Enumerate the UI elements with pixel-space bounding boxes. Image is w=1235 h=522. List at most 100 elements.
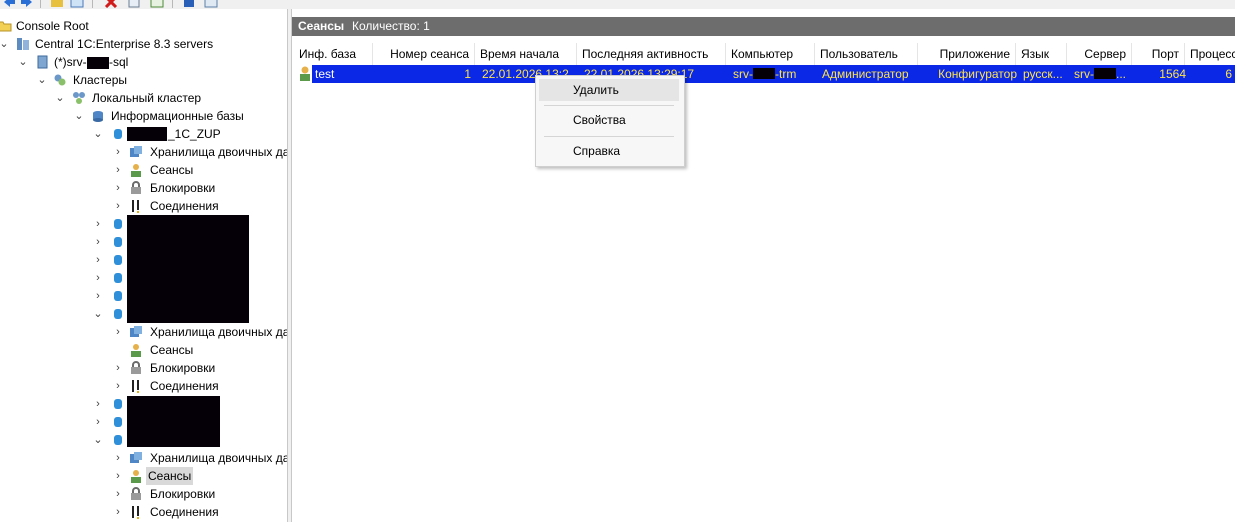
chevron-down-icon[interactable]: ⌄ (93, 431, 103, 449)
chevron-right-icon[interactable]: › (113, 323, 123, 341)
chevron-right-icon[interactable]: › (113, 161, 123, 179)
connections-icon (132, 380, 139, 393)
tree-label: Информационные базы (111, 109, 244, 123)
cell-user: Администратор (822, 67, 909, 81)
chevron-down-icon[interactable]: ⌄ (37, 71, 47, 89)
cell-process: 6 (1225, 67, 1232, 81)
column-header-start-time[interactable]: Время начала (475, 43, 577, 65)
tree-label: Блокировки (150, 181, 216, 195)
tree-label: Соединения (150, 505, 219, 519)
redacted-block (127, 127, 167, 141)
tree-label: Локальный кластер (92, 91, 202, 105)
tree-label: Блокировки (150, 361, 216, 375)
column-header-user[interactable]: Пользователь (815, 43, 918, 65)
connections-icon (132, 506, 139, 519)
tree-label: Хранилища двоичных данных (150, 325, 287, 339)
tree-label: Кластеры (73, 73, 127, 87)
database-icon (114, 129, 122, 139)
help-icon[interactable] (182, 0, 196, 8)
server-group-icon (17, 38, 29, 50)
tree-label: Сеансы (150, 163, 194, 177)
lock-icon (131, 181, 141, 194)
chevron-down-icon[interactable]: ⌄ (74, 107, 84, 125)
tree-label: Central 1C:Enterprise 8.3 servers (35, 37, 214, 51)
chevron-right-icon[interactable]: › (113, 503, 123, 521)
column-header-server[interactable]: Сервер (1067, 43, 1132, 65)
delete-icon[interactable] (104, 0, 118, 8)
chevron-right-icon[interactable]: › (113, 377, 123, 395)
redacted-block (87, 57, 109, 69)
cell-server: srv-... (1071, 65, 1136, 83)
tree-label: _1C_ZUP (168, 127, 221, 141)
chevron-right-icon[interactable]: › (113, 485, 123, 503)
chevron-right-icon[interactable]: › (93, 287, 103, 305)
tree-label: Соединения (150, 379, 219, 393)
column-header-infobase[interactable]: Инф. база (294, 43, 373, 65)
tree-label: Сеансы (146, 467, 194, 485)
database-icon (114, 291, 122, 301)
column-header-language[interactable]: Язык (1016, 43, 1067, 65)
storage-icon (130, 452, 142, 463)
chevron-right-icon[interactable]: › (93, 233, 103, 251)
properties-icon[interactable] (204, 0, 218, 8)
column-header-process[interactable]: Процесс (1185, 43, 1235, 65)
sessions-icon (131, 470, 141, 483)
sessions-icon (131, 344, 141, 357)
database-icon (114, 237, 122, 247)
copy-icon[interactable] (128, 0, 142, 8)
cell-session-number: 1 (464, 67, 471, 81)
menu-item-properties[interactable]: Свойства (539, 109, 679, 131)
database-icon (114, 309, 122, 319)
chevron-right-icon[interactable]: › (113, 449, 123, 467)
column-header-computer[interactable]: Компьютер (726, 43, 815, 65)
chevron-right-icon[interactable]: › (93, 413, 103, 431)
column-header-last-activity[interactable]: Последняя активность (577, 43, 726, 65)
chevron-down-icon[interactable]: ⌄ (18, 53, 28, 71)
chevron-right-icon[interactable]: › (113, 197, 123, 215)
chevron-right-icon[interactable]: › (113, 143, 123, 161)
view-icon[interactable] (70, 0, 84, 8)
chevron-down-icon[interactable]: ⌄ (55, 89, 65, 107)
column-header-port[interactable]: Порт (1132, 43, 1185, 65)
chevron-right-icon[interactable]: › (93, 395, 103, 413)
back-icon[interactable] (2, 0, 16, 8)
chevron-right-icon[interactable]: › (113, 359, 123, 377)
menu-separator (544, 136, 674, 137)
cell-computer-prefix: srv- (733, 67, 753, 81)
column-header-application[interactable]: Приложение (918, 43, 1016, 65)
chevron-right-icon[interactable]: › (93, 215, 103, 233)
chevron-right-icon[interactable]: › (113, 179, 123, 197)
table-row[interactable]: test 1 22.01.2026 13:2 22.01.2026 13:29:… (312, 65, 1235, 83)
databases-icon (93, 111, 103, 122)
redacted-block (127, 396, 220, 447)
storage-icon (130, 326, 142, 337)
cell-computer: srv- -trm (730, 65, 819, 83)
column-header-session-number[interactable]: Номер сеанса (373, 43, 475, 65)
chevron-down-icon[interactable]: ⌄ (0, 35, 9, 53)
tree-label: -sql (109, 55, 129, 69)
chevron-down-icon[interactable]: ⌄ (93, 125, 103, 143)
folder-icon[interactable] (50, 0, 64, 8)
forward-icon[interactable] (20, 0, 34, 8)
pane-title: Сеансы (298, 19, 345, 33)
cell-port: 1564 (1159, 67, 1186, 81)
database-icon (114, 417, 122, 427)
clusters-icon (54, 74, 66, 86)
tree-label: Блокировки (150, 487, 216, 501)
chevron-right-icon[interactable]: › (93, 269, 103, 287)
sessions-pane: Сеансы Количество: 1 Инф. база Номер сеа… (292, 9, 1235, 522)
menu-item-help[interactable]: Справка (539, 140, 679, 162)
cell-language: русск... (1023, 67, 1063, 81)
chevron-right-icon[interactable]: › (93, 251, 103, 269)
tree-label: Соединения (150, 199, 219, 213)
redacted-block (753, 68, 775, 79)
lock-icon (131, 361, 141, 374)
chevron-right-icon[interactable]: › (113, 467, 123, 485)
folder-icon (0, 21, 12, 32)
sessions-icon (131, 164, 141, 177)
menu-item-delete[interactable]: Удалить (539, 79, 679, 101)
chevron-down-icon[interactable]: ⌄ (93, 305, 103, 323)
redacted-block (127, 215, 249, 323)
export-icon[interactable] (150, 0, 164, 8)
cluster-icon (73, 92, 85, 104)
